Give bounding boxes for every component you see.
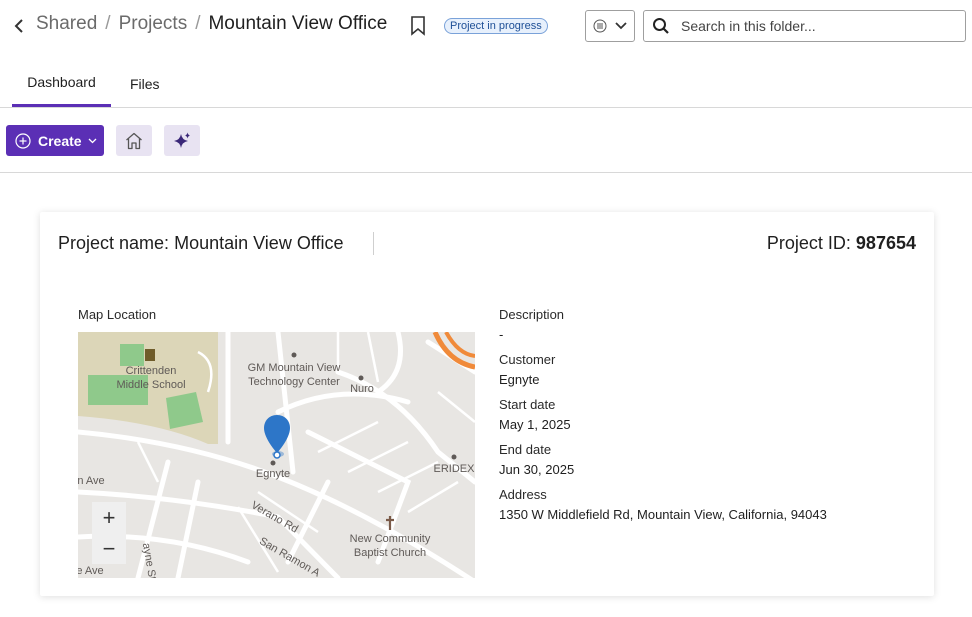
project-details: Description - Customer Egnyte Start date… xyxy=(499,307,827,532)
description-label: Description xyxy=(499,307,565,322)
ai-assistant-button[interactable] xyxy=(164,125,200,156)
tab-files[interactable]: Files xyxy=(130,60,160,107)
create-label: Create xyxy=(38,132,82,149)
customer-value: Egnyte xyxy=(499,372,540,387)
map-view[interactable]: Crittenden Middle School GM Mountain Vie… xyxy=(78,332,475,578)
zoom-in-button[interactable]: + xyxy=(92,502,126,533)
bookmark-button[interactable] xyxy=(410,16,426,36)
project-name-label: Project name: xyxy=(58,233,170,253)
address-field: Address 1350 W Middlefield Rd, Mountain … xyxy=(499,487,827,522)
map-tiles: Crittenden Middle School GM Mountain Vie… xyxy=(78,332,475,578)
start-date-value: May 1, 2025 xyxy=(499,417,571,432)
breadcrumb-separator: / xyxy=(195,13,201,34)
map-label-church: Baptist Church xyxy=(354,547,426,559)
breadcrumb: Shared / Projects / Mountain View Office xyxy=(36,13,387,35)
create-button[interactable]: Create xyxy=(6,125,104,156)
map-label-school: Middle School xyxy=(116,379,185,391)
map-location-label: Map Location xyxy=(78,307,157,322)
description-field: Description - xyxy=(499,307,827,342)
zoom-out-button[interactable]: − xyxy=(92,533,126,564)
map-label-center: GM Mountain View xyxy=(248,362,341,374)
end-date-value: Jun 30, 2025 xyxy=(499,462,575,477)
map-label-eridex: ERIDEX xyxy=(434,463,475,475)
map-label-school: Crittenden xyxy=(126,365,177,377)
status-badge: Project in progress xyxy=(444,18,548,34)
search-input[interactable] xyxy=(681,18,951,34)
bookmark-icon xyxy=(411,16,425,36)
map-label-nuro: Nuro xyxy=(350,383,374,395)
breadcrumb-projects[interactable]: Projects xyxy=(119,13,188,35)
start-date-field: Start date May 1, 2025 xyxy=(499,397,827,432)
address-label: Address xyxy=(499,487,547,502)
search-icon xyxy=(653,18,669,34)
breadcrumb-shared[interactable]: Shared xyxy=(36,13,97,35)
plus-circle-icon xyxy=(15,132,31,149)
top-bar: Shared / Projects / Mountain View Office… xyxy=(0,0,972,54)
project-id-value: 987654 xyxy=(855,233,916,253)
breadcrumb-separator: / xyxy=(105,13,111,34)
description-value: - xyxy=(499,327,504,342)
map-label-egnyte: Egnyte xyxy=(256,468,290,480)
view-dropdown[interactable] xyxy=(585,10,635,42)
search-box xyxy=(643,10,966,42)
home-button[interactable] xyxy=(116,125,152,156)
end-date-label: End date xyxy=(499,442,552,457)
back-button[interactable] xyxy=(10,15,28,37)
divider xyxy=(373,232,374,255)
customer-field: Customer Egnyte xyxy=(499,352,827,387)
chevron-down-icon xyxy=(615,22,627,30)
sparkle-icon xyxy=(174,132,190,148)
project-card: Project name: Mountain View Office Proje… xyxy=(40,212,934,596)
map-label-street: e Ave xyxy=(78,565,104,577)
zoom-controls: + − xyxy=(92,502,126,564)
tab-bar: Dashboard Files xyxy=(0,60,972,108)
end-date-field: End date Jun 30, 2025 xyxy=(499,442,827,477)
project-id: Project ID: 987654 xyxy=(767,233,916,254)
project-name-value: Mountain View Office xyxy=(174,233,344,253)
chevron-left-icon xyxy=(14,19,23,33)
chevron-down-icon xyxy=(88,138,97,143)
list-view-icon xyxy=(593,19,607,33)
map-label-center: Technology Center xyxy=(248,376,340,388)
project-id-label: Project ID: xyxy=(766,233,851,253)
address-value: 1350 W Middlefield Rd, Mountain View, Ca… xyxy=(499,507,827,522)
map-label-street: n Ave xyxy=(78,475,105,487)
home-icon xyxy=(126,132,142,149)
page-title: Mountain View Office xyxy=(208,13,388,34)
customer-label: Customer xyxy=(499,352,556,367)
tab-dashboard[interactable]: Dashboard xyxy=(12,60,111,107)
map-label-church: New Community xyxy=(350,533,431,545)
project-name: Project name: Mountain View Office xyxy=(58,233,344,254)
toolbar: Create xyxy=(0,108,972,173)
field-green xyxy=(120,344,144,366)
start-date-label: Start date xyxy=(499,397,556,412)
